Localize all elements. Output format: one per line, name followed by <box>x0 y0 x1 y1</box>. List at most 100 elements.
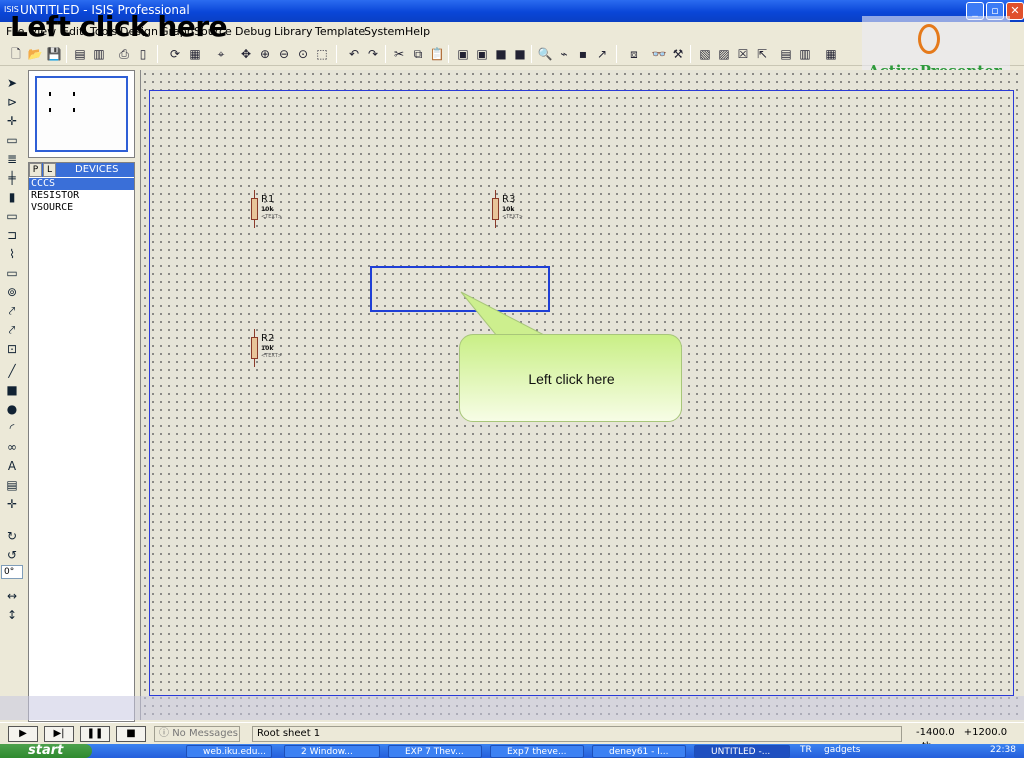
block-move-icon[interactable]: ▣ <box>474 46 490 62</box>
junction-dot-icon[interactable]: ✛ <box>3 113 21 129</box>
pause-button[interactable]: ❚❚ <box>80 726 110 742</box>
export-icon[interactable]: ▥ <box>91 46 107 62</box>
taskbar-item[interactable]: web.iku.edu... <box>186 745 272 758</box>
origin-icon[interactable]: ⌖ <box>213 46 229 62</box>
make-device-icon[interactable]: ⌁ <box>556 46 572 62</box>
overview-window[interactable] <box>28 70 135 158</box>
block-rotate-icon[interactable]: ■ <box>493 46 509 62</box>
device-item-cccs[interactable]: CCCS <box>29 178 134 190</box>
device-item-resistor[interactable]: RESISTOR <box>29 190 134 202</box>
graph-mode-icon[interactable]: ⌇ <box>3 246 21 262</box>
terminals-icon[interactable]: ▭ <box>3 208 21 224</box>
pan-icon[interactable]: ✥ <box>238 46 254 62</box>
taskbar-item[interactable]: deney61 - I... <box>592 745 686 758</box>
taskbar-item-active[interactable]: UNTITLED -... <box>694 745 790 758</box>
taskbar-item[interactable]: Exp7 theve... <box>490 745 584 758</box>
taskbar-item[interactable]: 2 Window... <box>284 745 380 758</box>
block-copy-icon[interactable]: ▣ <box>455 46 471 62</box>
cut-icon[interactable]: ✂ <box>391 46 407 62</box>
horizontal-scrollbar[interactable] <box>0 696 1024 720</box>
property-tool-icon[interactable]: ⚒ <box>670 46 686 62</box>
current-probe-icon[interactable]: ⤤ <box>3 322 21 338</box>
buses-icon[interactable]: ╪ <box>3 170 21 186</box>
menu-debug[interactable]: Debug <box>235 25 271 38</box>
text-script-icon[interactable]: ≣ <box>3 151 21 167</box>
overview-viewport[interactable] <box>35 76 128 152</box>
mirror-horizontal-icon[interactable]: ↔ <box>3 588 21 604</box>
zoom-area-icon[interactable]: ⬚ <box>314 46 330 62</box>
resistor-r3[interactable]: R3 10k <TEXT> <box>482 186 542 230</box>
voltage-probe-icon[interactable]: ⤤ <box>3 303 21 319</box>
clock[interactable]: 22:38 <box>990 745 1016 755</box>
new-file-icon[interactable]: 🗋 <box>8 46 24 62</box>
decompose-icon[interactable]: ↗ <box>594 46 610 62</box>
gadgets-toolbar[interactable]: gadgets <box>824 745 860 755</box>
mode-toolbar: ➤ ⊳ ✛ ▭ ≣ ╪ ▮ ▭ ⊐ ⌇ ▭ ⊚ ⤤ ⤤ ⊡ ╱ ■ ● ◜ ∞ … <box>0 70 24 630</box>
packaging-icon[interactable]: ▪ <box>575 46 591 62</box>
component-mode-icon[interactable]: ⊳ <box>3 94 21 110</box>
rotation-angle-field[interactable]: 0° <box>1 565 23 579</box>
exit-to-parent-icon[interactable]: ⇱ <box>754 46 770 62</box>
rotate-clockwise-icon[interactable]: ↻ <box>3 528 21 544</box>
selection-mode-icon[interactable]: ➤ <box>3 75 21 91</box>
pick-device-icon[interactable]: 🔍 <box>537 46 553 62</box>
bill-of-materials-icon[interactable]: ▤ <box>778 46 794 62</box>
new-sheet-icon[interactable]: ▧ <box>697 46 713 62</box>
netlist-to-ares-icon[interactable]: ▦ <box>823 46 839 62</box>
generator-icon[interactable]: ⊚ <box>3 284 21 300</box>
paste-icon[interactable]: 📋 <box>429 46 445 62</box>
menu-template[interactable]: Template <box>315 25 365 38</box>
box-tool-icon[interactable]: ■ <box>3 382 21 398</box>
virtual-instruments-icon[interactable]: ⊡ <box>3 341 21 357</box>
path-tool-icon[interactable]: ∞ <box>3 439 21 455</box>
save-icon[interactable]: 💾 <box>46 46 62 62</box>
play-button[interactable]: ▶ <box>8 726 38 742</box>
undo-icon[interactable]: ↶ <box>346 46 362 62</box>
tape-recorder-icon[interactable]: ▭ <box>3 265 21 281</box>
start-button[interactable]: start <box>0 744 92 758</box>
marker-tool-icon[interactable]: ✛ <box>3 496 21 512</box>
circle-tool-icon[interactable]: ● <box>3 401 21 417</box>
line-tool-icon[interactable]: ╱ <box>3 363 21 379</box>
zoom-in-icon[interactable]: ⊕ <box>257 46 273 62</box>
electrical-rules-icon[interactable]: ▥ <box>797 46 813 62</box>
add-sheet-icon[interactable]: ▨ <box>716 46 732 62</box>
subcircuit-icon[interactable]: ▮ <box>3 189 21 205</box>
messages-status[interactable]: ⓘ No Messages <box>154 726 240 742</box>
zoom-all-icon[interactable]: ⊙ <box>295 46 311 62</box>
step-button[interactable]: ▶| <box>44 726 74 742</box>
text-tool-icon[interactable]: A <box>3 458 21 474</box>
device-pins-icon[interactable]: ⊐ <box>3 227 21 243</box>
zoom-out-icon[interactable]: ⊖ <box>276 46 292 62</box>
wire-label-icon[interactable]: ▭ <box>3 132 21 148</box>
menu-system[interactable]: System <box>364 25 405 38</box>
symbol-tool-icon[interactable]: ▤ <box>3 477 21 493</box>
menu-library[interactable]: Library <box>274 25 312 38</box>
stop-button[interactable]: ■ <box>116 726 146 742</box>
page-setup-icon[interactable]: ▯ <box>135 46 151 62</box>
import-icon[interactable]: ▤ <box>72 46 88 62</box>
resistor-r1[interactable]: R1 10k <TEXT> <box>241 186 301 230</box>
mirror-vertical-icon[interactable]: ↕ <box>3 607 21 623</box>
library-manager-button[interactable]: L <box>43 163 56 177</box>
search-tag-icon[interactable]: 👓 <box>651 46 667 62</box>
resistor-r2[interactable]: R2 10k <TEXT> <box>241 325 301 369</box>
arc-tool-icon[interactable]: ◜ <box>3 420 21 436</box>
pick-devices-button[interactable]: P <box>29 163 42 177</box>
device-item-vsource[interactable]: VSOURCE <box>29 202 134 214</box>
redraw-icon[interactable]: ⟳ <box>167 46 183 62</box>
wire-autorouter-icon[interactable]: ⧈ <box>626 46 642 62</box>
print-icon[interactable]: ⎙ <box>116 46 132 62</box>
open-folder-icon[interactable]: 📂 <box>27 46 43 62</box>
block-delete-icon[interactable]: ■ <box>512 46 528 62</box>
click-target-highlight[interactable] <box>370 266 550 312</box>
taskbar-item[interactable]: EXP 7 Thev... <box>388 745 482 758</box>
menu-help[interactable]: Help <box>405 25 430 38</box>
grid-icon[interactable]: ▦ <box>187 46 203 62</box>
language-indicator[interactable]: TR <box>800 745 812 755</box>
copy-icon[interactable]: ⧉ <box>410 46 426 62</box>
rotate-anticlockwise-icon[interactable]: ↺ <box>3 547 21 563</box>
status-bar: ▶ ▶| ❚❚ ■ ⓘ No Messages Root sheet 1 -14… <box>0 722 1024 752</box>
redo-icon[interactable]: ↷ <box>365 46 381 62</box>
remove-sheet-icon[interactable]: ☒ <box>735 46 751 62</box>
